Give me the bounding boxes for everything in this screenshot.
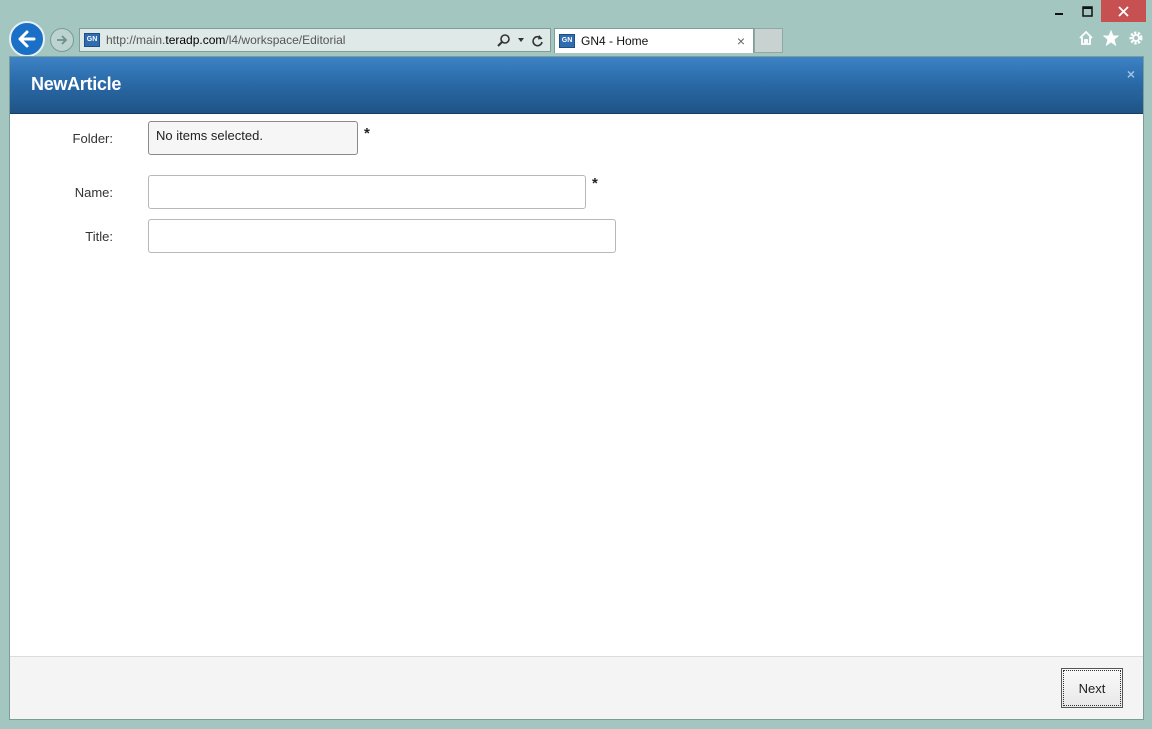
- url-domain: teradp.com: [165, 33, 226, 47]
- tab-close-icon[interactable]: ×: [733, 33, 749, 49]
- browser-toolbar-icons: [1077, 29, 1144, 46]
- tab-title: GN4 - Home: [581, 34, 649, 48]
- name-input[interactable]: [148, 175, 586, 209]
- dialog-close-icon[interactable]: ×: [1127, 66, 1135, 82]
- dialog-title: NewArticle: [31, 74, 122, 94]
- home-icon[interactable]: [1077, 29, 1094, 46]
- title-label: Title:: [85, 229, 113, 244]
- chevron-down-icon[interactable]: [517, 36, 525, 44]
- url-text[interactable]: http://main.teradp.com/l4/workspace/Edit…: [106, 33, 497, 47]
- close-icon[interactable]: [1101, 0, 1146, 22]
- site-favicon: GN: [84, 33, 100, 47]
- minimize-icon[interactable]: [1045, 0, 1073, 22]
- star-icon[interactable]: [1102, 29, 1119, 46]
- name-required-mark: *: [592, 175, 598, 192]
- folder-required-mark: *: [364, 125, 370, 142]
- back-button[interactable]: [9, 21, 45, 57]
- maximize-icon[interactable]: [1073, 0, 1101, 22]
- tab-gn4-home[interactable]: GN GN4 - Home ×: [554, 28, 754, 53]
- new-tab-button[interactable]: [754, 28, 783, 53]
- forward-button[interactable]: [50, 28, 74, 52]
- forward-icon: [57, 35, 68, 45]
- tab-favicon: GN: [559, 34, 575, 48]
- title-input[interactable]: [148, 219, 616, 253]
- name-row: Name: *: [10, 175, 598, 209]
- new-article-dialog: NewArticle × Folder: No items selected. …: [9, 56, 1144, 720]
- refresh-icon[interactable]: [531, 34, 544, 47]
- address-bar[interactable]: GN http://main.teradp.com/l4/workspace/E…: [79, 28, 551, 52]
- dialog-header: NewArticle ×: [10, 57, 1143, 114]
- back-icon: [18, 30, 36, 48]
- dialog-footer: Next: [10, 656, 1143, 719]
- next-button[interactable]: Next: [1061, 668, 1123, 708]
- gear-icon[interactable]: [1127, 29, 1144, 46]
- search-icon[interactable]: [497, 33, 511, 47]
- name-label: Name:: [74, 185, 113, 200]
- folder-label: Folder:: [72, 131, 113, 146]
- url-path: /l4/workspace/Editorial: [225, 33, 346, 47]
- address-tools: [497, 33, 550, 47]
- folder-row: Folder: No items selected. *: [10, 121, 370, 155]
- folder-selector[interactable]: No items selected.: [148, 121, 358, 155]
- window-controls: [1045, 0, 1146, 24]
- url-prefix: http://main.: [106, 33, 166, 47]
- title-row: Title:: [10, 219, 616, 253]
